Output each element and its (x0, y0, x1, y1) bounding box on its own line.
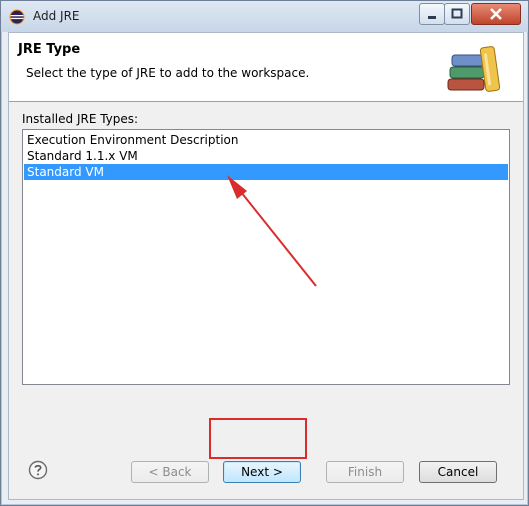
maximize-button[interactable] (444, 3, 470, 25)
close-button[interactable] (471, 3, 521, 25)
page-title: JRE Type (18, 42, 81, 57)
back-button[interactable]: < Back (131, 461, 209, 483)
window-title: Add JRE (33, 9, 80, 23)
next-button[interactable]: Next > (223, 461, 301, 483)
list-item-standard-vm[interactable]: Standard VM (24, 164, 508, 180)
list-item-standard-1-1-x-vm[interactable]: Standard 1.1.x VM (24, 148, 508, 164)
eclipse-icon (9, 9, 25, 25)
add-jre-dialog: Add JRE JRE Type Select the type of JRE … (0, 0, 529, 506)
list-item-execution-environment[interactable]: Execution Environment Description (24, 132, 508, 148)
title-bar[interactable]: Add JRE (1, 1, 528, 32)
jre-types-list[interactable]: Execution Environment Description Standa… (22, 129, 510, 385)
dialog-body: JRE Type Select the type of JRE to add t… (8, 32, 524, 500)
page-description: Select the type of JRE to add to the wor… (26, 66, 310, 80)
wizard-header: JRE Type Select the type of JRE to add t… (9, 33, 523, 102)
maximize-icon (451, 8, 463, 19)
jre-types-label: Installed JRE Types: (22, 112, 139, 126)
help-icon[interactable] (28, 460, 48, 480)
finish-button[interactable]: Finish (326, 461, 404, 483)
jre-library-icon (447, 46, 501, 92)
close-icon (490, 8, 502, 20)
minimize-button[interactable] (419, 3, 445, 25)
minimize-icon (428, 16, 436, 19)
cancel-button[interactable]: Cancel (419, 461, 497, 483)
